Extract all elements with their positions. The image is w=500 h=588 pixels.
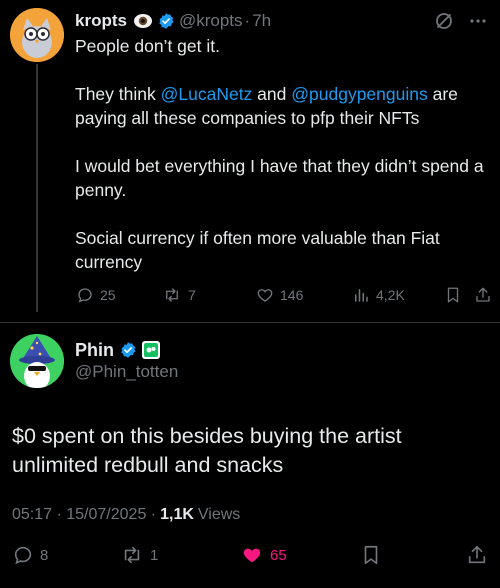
post-divider bbox=[0, 322, 500, 323]
like-button[interactable]: 65 bbox=[240, 544, 360, 566]
quoted-time[interactable]: 7h bbox=[252, 11, 271, 31]
quoted-reply-count: 25 bbox=[100, 287, 116, 303]
share-icon bbox=[468, 545, 486, 564]
repost-button[interactable]: 1 bbox=[120, 544, 240, 566]
quoted-post-header: kropts @kropts · 7h bbox=[75, 6, 488, 36]
more-icon[interactable] bbox=[468, 11, 488, 31]
repost-icon bbox=[124, 546, 140, 564]
reply-post-avatar[interactable] bbox=[10, 334, 64, 388]
reply-icon bbox=[14, 546, 32, 565]
quoted-share-button[interactable] bbox=[474, 286, 492, 304]
eye-emoji-icon bbox=[133, 14, 152, 28]
bookmark-icon bbox=[447, 287, 459, 303]
quoted-repost-button[interactable]: 7 bbox=[162, 286, 256, 304]
quoted-separator: · bbox=[244, 11, 251, 30]
quoted-like-button[interactable]: 146 bbox=[256, 286, 352, 304]
reply-icon bbox=[78, 288, 92, 303]
share-icon bbox=[476, 287, 490, 302]
post-timestamp[interactable]: 05:17 · 15/07/2025 · bbox=[12, 506, 156, 524]
share-button[interactable] bbox=[466, 544, 488, 566]
quoted-repost-count: 7 bbox=[188, 287, 196, 303]
quoted-post-text: People don’t get it. They think @LucaNet… bbox=[75, 34, 495, 274]
quoted-reply-button[interactable]: 25 bbox=[76, 286, 162, 304]
bookmark-icon bbox=[364, 545, 378, 565]
like-count: 65 bbox=[270, 546, 287, 564]
quoted-views-button[interactable]: 4,2K bbox=[352, 286, 444, 304]
repost-count: 1 bbox=[150, 546, 159, 564]
affiliate-badge-icon[interactable] bbox=[141, 340, 161, 360]
verified-badge-icon[interactable] bbox=[157, 12, 175, 30]
reply-action-bar: 8 1 65 bbox=[12, 540, 488, 570]
mention-pudgypenguins[interactable]: @pudgypenguins bbox=[291, 84, 427, 104]
reply-post-text: $0 spent on this besides buying the arti… bbox=[12, 424, 402, 477]
quoted-bookmark-button[interactable] bbox=[444, 286, 474, 304]
grok-icon[interactable] bbox=[434, 11, 454, 31]
like-filled-icon bbox=[243, 548, 261, 563]
quoted-paragraph-4: Social currency if often more valuable t… bbox=[75, 228, 440, 272]
reply-handle[interactable]: @Phin_totten bbox=[75, 362, 178, 382]
reply-count: 8 bbox=[40, 546, 49, 564]
like-icon bbox=[257, 289, 273, 302]
reply-author-name[interactable]: Phin bbox=[75, 340, 114, 361]
thread-line bbox=[36, 64, 38, 312]
owl-avatar-image bbox=[10, 8, 64, 62]
wizard-penguin-avatar-image bbox=[10, 334, 64, 388]
quoted-paragraph-1: People don’t get it. bbox=[75, 36, 220, 56]
quoted-paragraph-3: I would bet everything I have that they … bbox=[75, 156, 484, 200]
bookmark-button[interactable] bbox=[360, 544, 400, 566]
repost-icon bbox=[166, 288, 178, 302]
quoted-like-count: 146 bbox=[280, 287, 304, 303]
post-meta: 05:17 · 15/07/2025 · 1,1K Views bbox=[12, 506, 240, 524]
quoted-handle[interactable]: @kropts bbox=[179, 11, 243, 31]
verified-badge-icon[interactable] bbox=[119, 341, 137, 359]
post-views-count: 1,1K bbox=[160, 506, 194, 523]
reply-header: Phin bbox=[75, 338, 161, 362]
quoted-author-name[interactable]: kropts bbox=[75, 11, 127, 31]
quoted-views-count: 4,2K bbox=[376, 287, 405, 303]
mention-lucanetz[interactable]: @LucaNetz bbox=[161, 84, 253, 104]
quoted-paragraph-2: They think @LucaNetz and @pudgypenguins … bbox=[75, 84, 458, 128]
quoted-action-bar: 25 7 146 4,2K bbox=[76, 282, 492, 308]
views-icon bbox=[355, 289, 368, 302]
reply-button[interactable]: 8 bbox=[12, 544, 120, 566]
post-views-label: Views bbox=[197, 506, 241, 523]
quoted-post-avatar[interactable] bbox=[10, 8, 64, 62]
